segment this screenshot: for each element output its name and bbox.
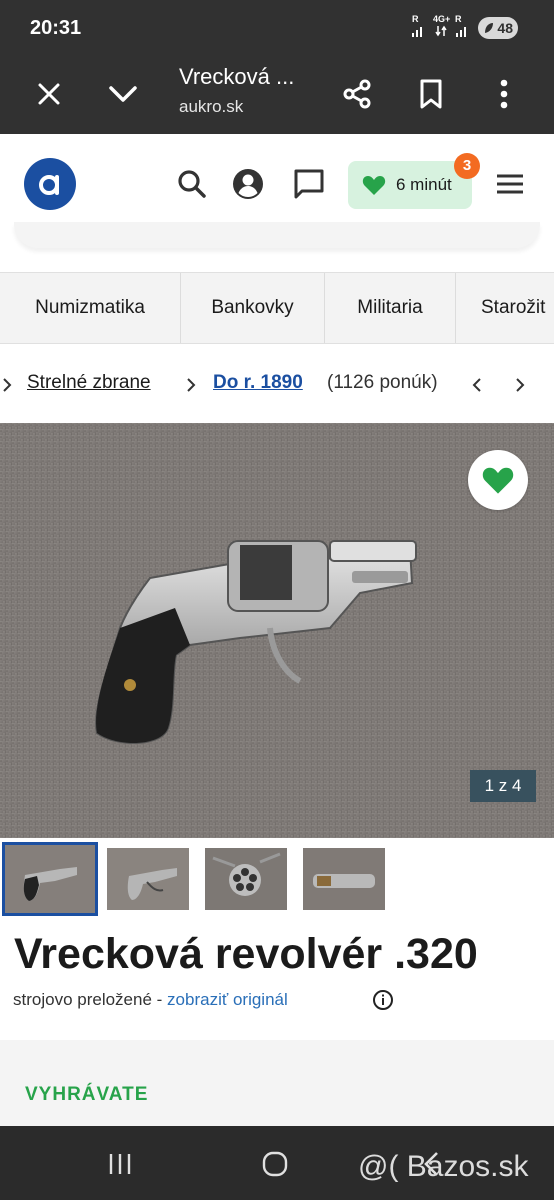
page-url[interactable]: aukro.sk: [179, 97, 243, 117]
winning-status: VYHRÁVATE: [25, 1084, 149, 1105]
aukro-logo[interactable]: [24, 158, 76, 210]
translation-note: strojovo preložené - zobraziť originál: [13, 990, 288, 1010]
chat-icon[interactable]: [289, 164, 329, 204]
data-arrows-icon: [435, 25, 447, 37]
network-label: R: [412, 14, 419, 24]
leaf-icon: [485, 23, 493, 33]
info-icon[interactable]: [372, 989, 394, 1011]
breadcrumb-parent[interactable]: Strelné zbrane: [27, 372, 151, 394]
thumbnail-strip: [0, 841, 554, 917]
bookmark-icon[interactable]: [411, 74, 451, 114]
thumbnail-2[interactable]: [107, 848, 189, 910]
chevron-left-icon[interactable]: [467, 374, 487, 396]
photo-counter: 1 z 4: [470, 770, 536, 802]
chevron-right-icon: [187, 378, 196, 392]
status-bar: 20:31 R 4G+ R 48: [0, 0, 554, 56]
battery-indicator: 48: [478, 17, 518, 39]
status-time: 20:31: [30, 17, 82, 39]
heart-icon: [362, 176, 386, 195]
page: 20:31 R 4G+ R 48 Vrecková ... aukro.sk 6…: [0, 0, 554, 1200]
network-label: 4G+: [433, 14, 451, 24]
network-indicator: R 4G+ R: [409, 14, 479, 42]
show-original-link[interactable]: zobraziť originál: [167, 990, 288, 1009]
more-vert-icon[interactable]: [484, 74, 524, 114]
watch-timer-label: 6 minút: [396, 175, 452, 194]
signal-icon: [456, 27, 466, 37]
account-icon[interactable]: [228, 164, 268, 204]
battery-level: 48: [497, 20, 513, 36]
notification-badge: 3: [454, 153, 480, 179]
thumbnail-1[interactable]: [2, 842, 98, 916]
signal-icon: [412, 27, 422, 37]
menu-icon[interactable]: [490, 164, 530, 204]
chevron-down-icon[interactable]: [103, 74, 143, 114]
thumbnail-4[interactable]: [303, 848, 385, 910]
category-numizmatika[interactable]: Numizmatika: [0, 273, 181, 343]
browser-toolbar: Vrecková ... aukro.sk: [0, 56, 554, 134]
category-militaria[interactable]: Militaria: [325, 273, 456, 343]
thumbnail-3[interactable]: [205, 848, 287, 910]
category-tabs: Numizmatika Bankovky Militaria Starožit: [0, 272, 554, 344]
search-bar-collapsed[interactable]: [14, 222, 540, 248]
breadcrumb: Strelné zbrane Do r. 1890 (1126 ponúk): [0, 360, 554, 410]
heart-icon: [482, 467, 514, 494]
home-button[interactable]: [255, 1148, 295, 1180]
breadcrumb-count: (1126 ponúk): [327, 372, 438, 393]
network-label: R: [455, 14, 462, 24]
site-header: 6 minút 3: [0, 134, 554, 232]
category-starozitnosti[interactable]: Starožit: [456, 273, 554, 343]
share-icon[interactable]: [337, 74, 377, 114]
recents-button[interactable]: [100, 1148, 140, 1180]
favorite-button[interactable]: [468, 450, 528, 510]
search-icon[interactable]: [172, 164, 212, 204]
chevron-right-icon: [3, 378, 12, 392]
watermark: @( Bazos.sk: [358, 1150, 529, 1183]
close-icon[interactable]: [29, 74, 69, 114]
page-title[interactable]: Vrecková ...: [179, 64, 294, 90]
listing-title: Vrecková revolvér .320: [14, 930, 478, 978]
breadcrumb-current[interactable]: Do r. 1890: [213, 372, 303, 394]
category-bankovky[interactable]: Bankovky: [181, 273, 325, 343]
translation-label: strojovo preložené -: [13, 990, 163, 1009]
chevron-right-icon[interactable]: [510, 374, 530, 396]
